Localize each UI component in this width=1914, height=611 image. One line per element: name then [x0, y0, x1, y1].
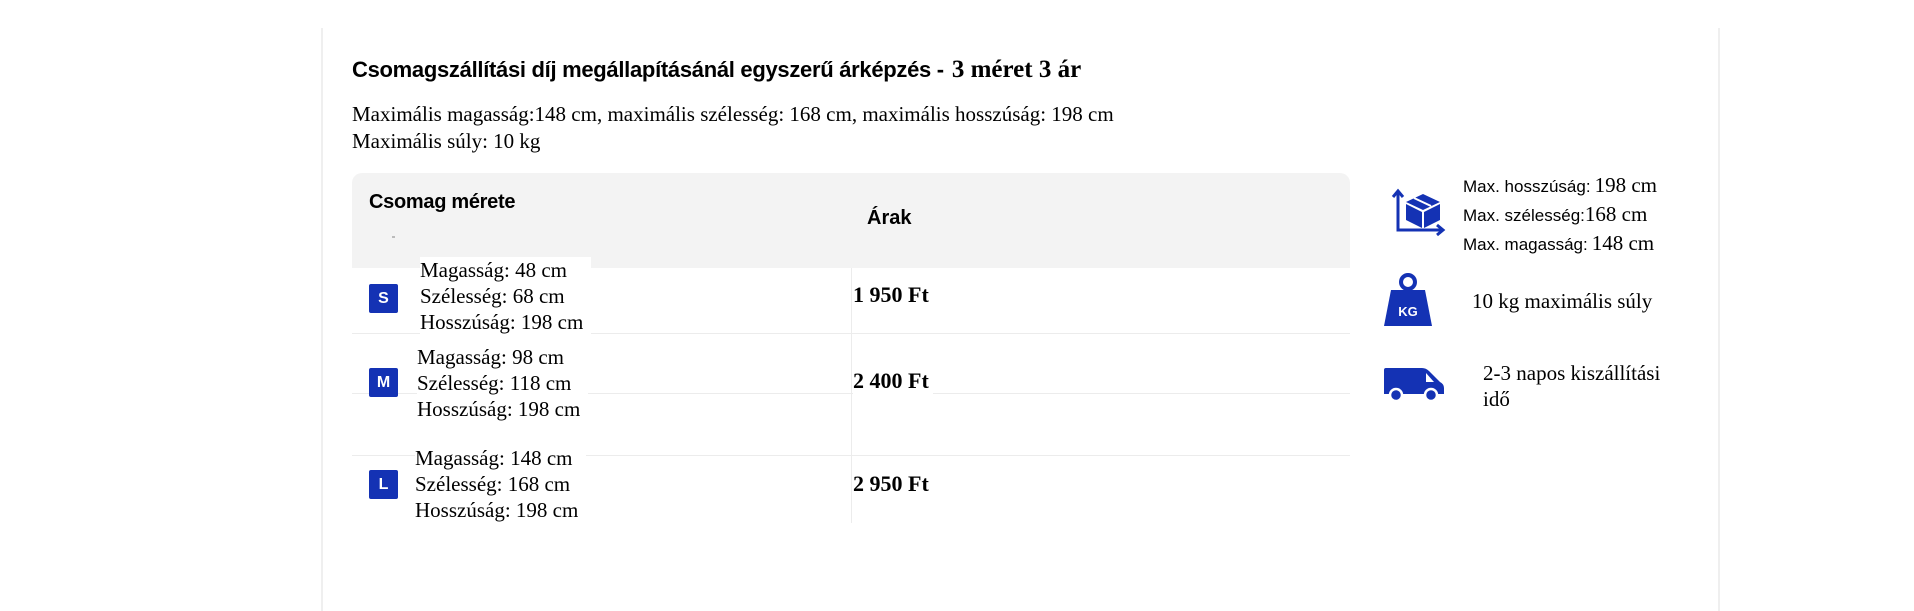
column-header-price: Árak [867, 207, 912, 229]
max-length-label: Max. hosszúság: [1463, 177, 1591, 196]
size-badge-s: S [369, 284, 398, 313]
page-title-main: Csomagszállítási díj megállapításánál eg… [352, 57, 944, 82]
size-price: 2 400 Ft [853, 368, 933, 394]
size-dimensions: Magasság: 98 cm Szélesség: 118 cm Hosszú… [417, 344, 589, 422]
size-length: Hosszúság: 198 cm [420, 310, 584, 334]
max-limits: Maximális magasság:148 cm, maximális szé… [352, 101, 1114, 155]
content-border-left [321, 28, 323, 611]
size-price: 1 950 Ft [853, 282, 933, 308]
size-length: Hosszúság: 198 cm [415, 498, 579, 522]
package-dimensions-icon [1391, 188, 1446, 237]
max-width-label: Max. szélesség: [1463, 206, 1585, 225]
size-width: Szélesség: 118 cm [417, 371, 572, 395]
size-price: 2 950 Ft [853, 471, 933, 497]
size-badge-l: L [369, 470, 398, 499]
size-width: Szélesség: 68 cm [420, 284, 565, 308]
max-height-label: Max. magasság: [1463, 235, 1588, 254]
max-length-value: 198 cm [1594, 173, 1657, 197]
side-dimensions-text: Max. hosszúság: 198 cm Max. szélesség:16… [1463, 172, 1657, 259]
max-height-value: 148 cm [1591, 231, 1655, 255]
column-header-size: Csomag mérete [369, 191, 516, 213]
delivery-line-1: 2-3 napos kiszállítási [1483, 361, 1661, 385]
table-header: Csomag mérete Árak [352, 173, 1350, 268]
page-title-tail: 3 méret 3 ár [951, 56, 1082, 83]
price-table: Csomag mérete Árak S Magasság: 48 cm Szé… [352, 173, 1350, 523]
size-badge-m: M [369, 368, 398, 397]
delivery-line-2: idő [1483, 387, 1510, 411]
delivery-van-icon [1384, 368, 1444, 402]
max-weight-text: Maximális súly: 10 kg [352, 129, 541, 153]
max-weight-side-text: 10 kg maximális súly [1472, 289, 1653, 313]
size-height: Magasság: 48 cm [420, 258, 567, 282]
max-dimensions-text: Maximális magasság:148 cm, maximális szé… [352, 102, 1114, 126]
page-title: Csomagszállítási díj megállapításánál eg… [352, 56, 1081, 84]
size-height: Magasság: 98 cm [417, 345, 564, 369]
size-width: Szélesség: 168 cm [415, 472, 571, 496]
size-dimensions: Magasság: 148 cm Szélesség: 168 cm Hossz… [415, 445, 587, 523]
size-dimensions: Magasság: 48 cm Szélesség: 68 cm Hosszús… [420, 257, 592, 335]
table-row: L Magasság: 148 cm Szélesség: 168 cm Hos… [352, 433, 1350, 523]
content-border-right [1718, 28, 1720, 611]
weight-kg-text: KG [1398, 304, 1418, 319]
max-width-value: 168 cm [1584, 202, 1648, 226]
header-dot [392, 236, 395, 238]
weight-kg-icon: KG [1384, 273, 1432, 326]
size-height: Magasság: 148 cm [415, 446, 573, 470]
size-length: Hosszúság: 198 cm [417, 397, 581, 421]
delivery-time-text: 2-3 napos kiszállítási idő [1483, 360, 1660, 412]
